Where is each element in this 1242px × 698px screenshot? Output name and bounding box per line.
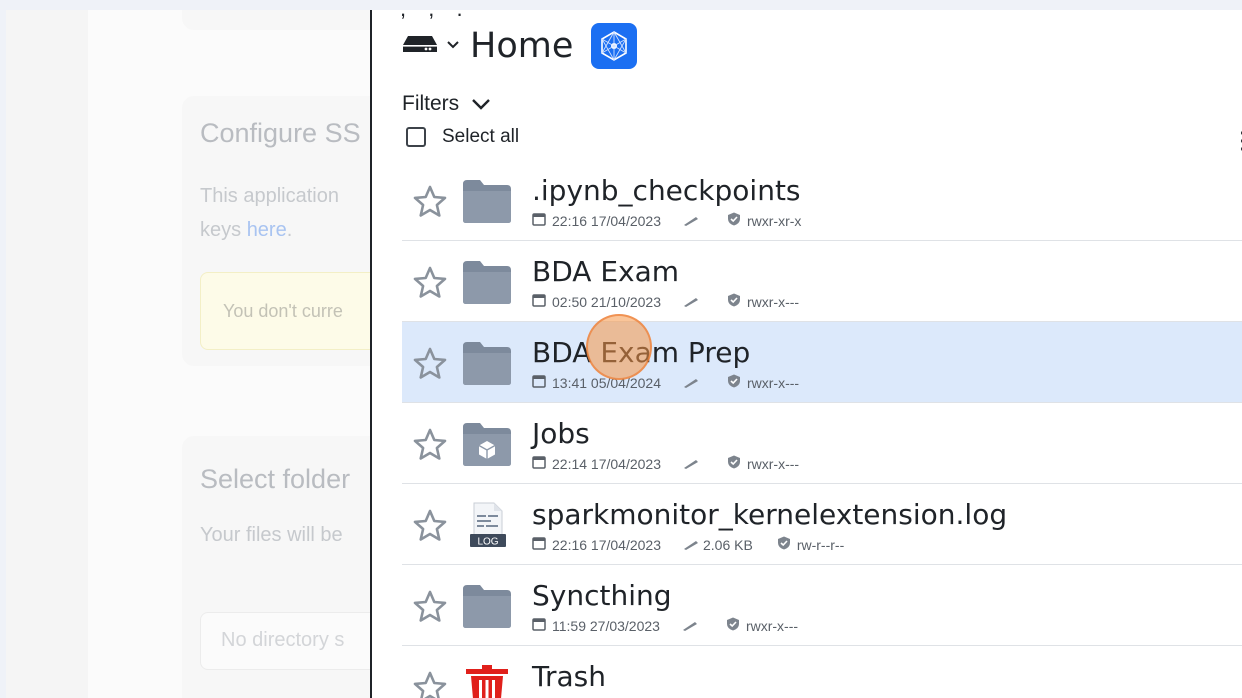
file-permissions: rwxr-xr-x: [747, 212, 802, 229]
file-name[interactable]: Jobs: [532, 417, 590, 450]
shield-icon: [702, 617, 746, 634]
file-modified-time: 02:50 21/10/2023: [552, 293, 661, 310]
click-indicator: [586, 314, 652, 380]
shield-icon: [703, 212, 747, 229]
cube-network-icon[interactable]: [591, 23, 638, 69]
select-folder-title: Select folder: [200, 464, 351, 494]
jobs-folder-icon: [462, 421, 512, 467]
folder-icon: [462, 178, 512, 224]
folder-icon: [462, 340, 512, 386]
location-header: Home: [402, 23, 638, 69]
file-modified-time: 22:16 17/04/2023: [552, 212, 661, 229]
star-icon[interactable]: [412, 589, 448, 625]
ssh-card-title: Configure SS: [200, 118, 361, 148]
file-name[interactable]: sparkmonitor_kernelextension.log: [532, 498, 1007, 531]
ruler-icon: [661, 456, 699, 472]
chevron-down-icon[interactable]: [438, 37, 460, 55]
file-row[interactable]: LOG sparkmonitor_kernelextension.log 22:16…: [402, 484, 1242, 565]
chevron-down-icon: [459, 92, 491, 116]
shield-icon: [753, 536, 797, 553]
star-icon[interactable]: [412, 346, 448, 382]
log-file-icon: LOG: [462, 502, 512, 548]
select-all-label: Select all: [442, 126, 520, 147]
calendar-icon: [532, 374, 552, 391]
calendar-icon: [532, 455, 552, 472]
file-permissions: rw-r--r--: [796, 536, 845, 553]
file-meta: 22:16 17/04/2023 rwxr-xr-x: [532, 212, 801, 229]
ruler-icon: [661, 375, 699, 391]
file-modified-time: 22:14 17/04/2023: [552, 455, 661, 472]
filters-toggle[interactable]: Filters: [402, 92, 491, 116]
file-row[interactable]: Trash: [402, 646, 1242, 698]
location-title: Home: [470, 26, 574, 66]
ruler-icon: [660, 618, 698, 634]
drive-icon[interactable]: [402, 34, 438, 59]
ruler-icon: [661, 294, 699, 310]
star-icon[interactable]: [412, 184, 448, 220]
file-browser-panel: , , . Home Filters Select all .ipynb_che…: [370, 10, 1242, 698]
shield-icon: [703, 293, 747, 310]
file-meta: 11:59 27/03/2023 rwxr-x---: [532, 617, 798, 634]
file-name[interactable]: BDA Exam: [532, 255, 679, 288]
file-row[interactable]: Jobs 22:14 17/04/2023 rwxr-x---: [402, 403, 1242, 484]
ruler-icon: [661, 213, 699, 229]
shield-icon: [703, 455, 747, 472]
calendar-icon: [532, 293, 552, 310]
star-icon[interactable]: [412, 265, 448, 301]
star-icon[interactable]: [412, 670, 448, 698]
file-modified-time: 22:16 17/04/2023: [552, 536, 661, 553]
file-row[interactable]: BDA Exam 02:50 21/10/2023 rwxr-x---: [402, 241, 1242, 322]
file-permissions: rwxr-x---: [745, 617, 799, 634]
folder-icon: [462, 583, 512, 629]
file-meta: 13:41 05/04/2024 rwxr-x---: [532, 374, 799, 391]
cut-off-heading: , , .: [400, 10, 471, 22]
calendar-icon: [532, 212, 552, 229]
file-permissions: rwxr-x---: [747, 455, 800, 472]
file-meta: 22:16 17/04/2023 2.06 KB rw-r--r--: [532, 536, 844, 553]
filters-label: Filters: [402, 92, 460, 115]
star-icon[interactable]: [412, 427, 448, 463]
here-link[interactable]: here: [247, 219, 287, 241]
select-all-checkbox[interactable]: [406, 127, 426, 147]
file-permissions: rwxr-x---: [747, 374, 800, 391]
file-permissions: rwxr-x---: [747, 293, 800, 310]
file-meta: 22:14 17/04/2023 rwxr-x---: [532, 455, 799, 472]
calendar-icon: [532, 536, 552, 553]
file-modified-time: 11:59 27/03/2023: [552, 617, 660, 634]
file-row[interactable]: .ipynb_checkpoints 22:16 17/04/2023 rwxr-x…: [402, 160, 1242, 241]
file-row[interactable]: Syncthing 11:59 27/03/2023 rwxr-x---: [402, 565, 1242, 646]
file-name[interactable]: Trash: [532, 660, 606, 693]
select-all[interactable]: Select all: [406, 126, 519, 148]
file-size: 2.06 KB: [703, 536, 753, 553]
calendar-icon: [532, 617, 552, 634]
select-folder-text: Your files will be: [200, 524, 343, 546]
svg-text:LOG: LOG: [477, 537, 498, 548]
star-icon[interactable]: [412, 508, 448, 544]
file-meta: 02:50 21/10/2023 rwxr-x---: [532, 293, 799, 310]
shield-icon: [703, 374, 747, 391]
ruler-icon: [661, 537, 699, 553]
background-sidebar: [6, 10, 88, 698]
folder-icon: [462, 259, 512, 305]
file-name[interactable]: Syncthing: [532, 579, 672, 612]
file-row[interactable]: BDA Exam Prep13:41 05/04/2024rwxr-x---: [402, 322, 1242, 403]
file-name[interactable]: .ipynb_checkpoints: [532, 174, 801, 207]
ssh-card-text: This application: [200, 185, 339, 207]
trash-icon: [462, 664, 512, 698]
ssh-card-text-2: keys here.: [200, 219, 293, 241]
file-list: .ipynb_checkpoints 22:16 17/04/2023 rwxr-x…: [402, 160, 1242, 698]
